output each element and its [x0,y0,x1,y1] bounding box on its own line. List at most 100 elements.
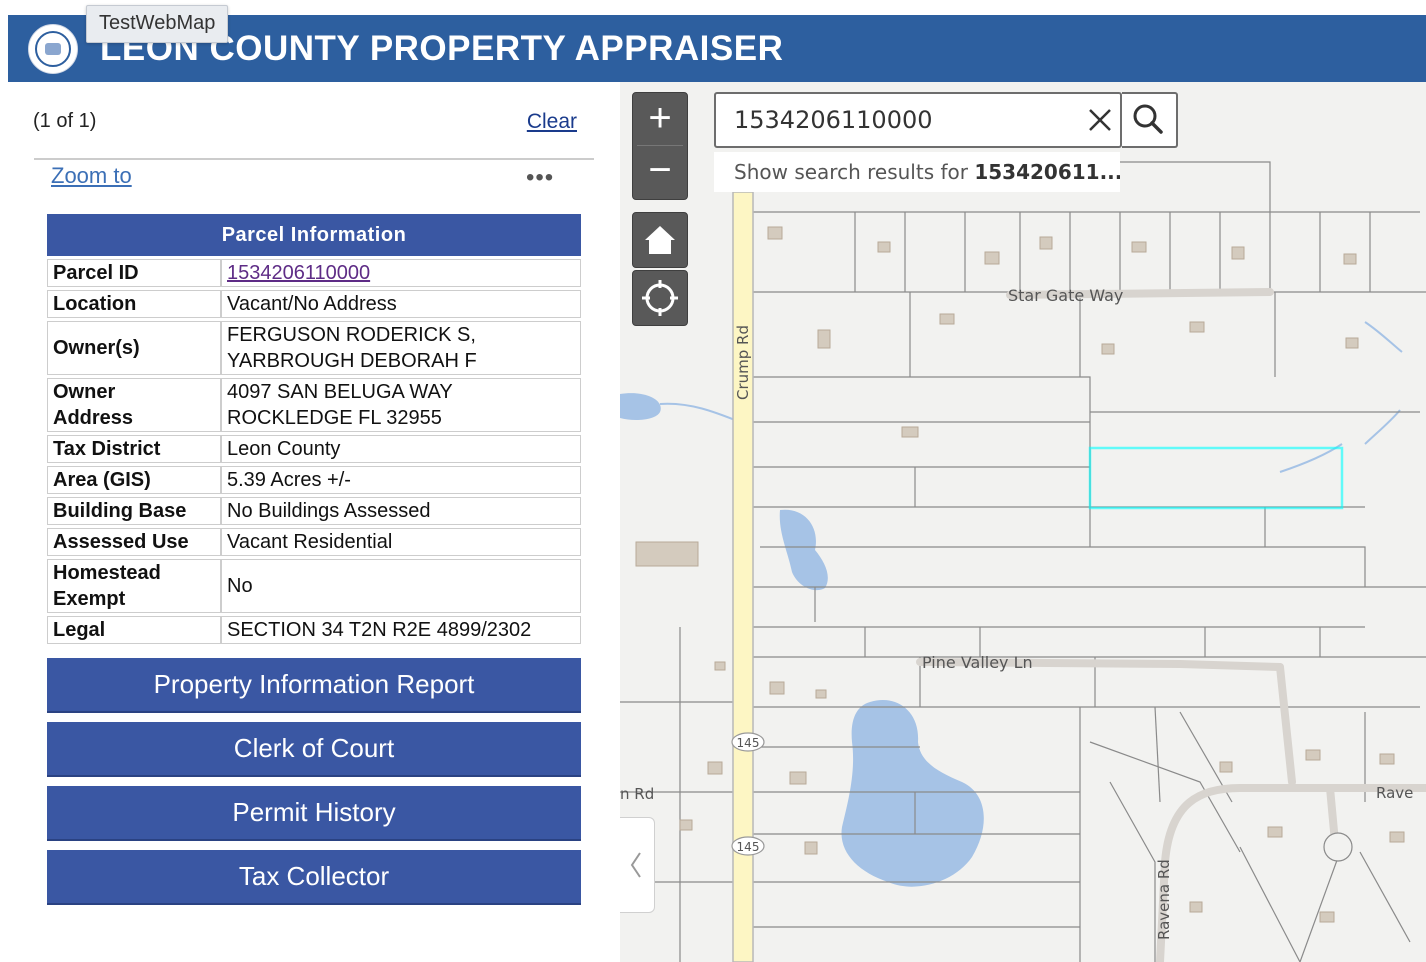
building [769,681,785,695]
building [984,251,1000,265]
building [1319,911,1335,923]
tax-collector-button[interactable]: Tax Collector [47,850,581,905]
locate-button[interactable] [632,270,688,326]
building [1231,246,1245,260]
table-title: Parcel Information [47,214,581,256]
building [817,329,831,349]
row-label: Homestead Exempt [47,559,221,613]
table-row: Legal SECTION 34 T2N R2E 4899/2302 [47,616,581,644]
label-line: Exempt [53,588,126,610]
label-line: Address [53,407,134,429]
zoom-to-link[interactable]: Zoom to [51,163,132,189]
row-value: SECTION 34 T2N R2E 4899/2302 [221,616,581,644]
row-value: 1534206110000 [221,259,581,287]
property-report-button[interactable]: Property Information Report [47,658,581,713]
building [707,761,723,775]
building [1189,321,1205,333]
building [767,226,783,240]
label-line: Owner [53,381,116,403]
building [901,426,919,438]
building [635,541,699,567]
label-ravena: Rave [1376,784,1413,802]
panel-divider [34,158,594,160]
suggestion-prefix: Show search results for [734,160,975,184]
building [1131,241,1147,253]
label-crump-rd: Crump Rd [734,325,752,400]
home-icon [645,226,675,254]
building [1305,749,1321,761]
table-row: Location Vacant/No Address [47,290,581,318]
table-row: Assessed Use Vacant Residential [47,528,581,556]
row-label: Building Base [47,497,221,525]
route-shield-top: 145 [737,736,760,750]
row-label: Tax District [47,435,221,463]
row-label: Owner Address [47,378,221,432]
close-icon [1089,109,1111,131]
row-label: Location [47,290,221,318]
popup-panel: (1 of 1) Clear Zoom to ••• Parcel Inform… [0,82,620,962]
row-label: Parcel ID [47,259,221,287]
zoom-out-button[interactable]: − [633,145,687,197]
search-box [714,92,1122,148]
row-value: 5.39 Acres +/- [221,466,581,494]
building [1219,761,1233,773]
building [939,313,955,325]
zoom-control: + − [632,92,688,200]
label-star-gate-way: Star Gate Way [1008,286,1123,305]
home-button[interactable] [632,212,688,268]
building [679,819,693,831]
label-rd-partial: n Rd [620,785,654,803]
suggestion-term: 153420611... [974,160,1120,184]
building [714,661,726,671]
search-input[interactable] [716,94,1076,146]
building [1343,253,1357,265]
row-value: 4097 SAN BELUGA WAY ROCKLEDGE FL 32955 [221,378,581,432]
row-value: No Buildings Assessed [221,497,581,525]
building [1267,826,1283,838]
row-value: Leon County [221,435,581,463]
row-value: FERGUSON RODERICK S, YARBROUGH DEBORAH F [221,321,581,375]
value-line: ROCKLEDGE FL 32955 [227,407,442,429]
parcel-id-link[interactable]: 1534206110000 [227,262,370,284]
building [877,241,891,253]
row-label: Legal [47,616,221,644]
table-row: Tax District Leon County [47,435,581,463]
row-value: Vacant Residential [221,528,581,556]
table-row: Parcel ID 1534206110000 [47,259,581,287]
parcel-info-table: Parcel Information Parcel ID 15342061100… [47,211,581,647]
row-label: Owner(s) [47,321,221,375]
building [804,841,818,855]
permit-history-button[interactable]: Permit History [47,786,581,841]
route-shield-bottom: 145 [737,840,760,854]
table-row: Building Base No Buildings Assessed [47,497,581,525]
table-row: Area (GIS) 5.39 Acres +/- [47,466,581,494]
building [1189,901,1203,913]
building [1389,831,1405,843]
chevron-left-icon [630,852,641,878]
building [815,689,827,699]
value-line: FERGUSON RODERICK S, [227,324,476,346]
map-view[interactable]: 145 145 Crump Rd Star Gate Way Pine Vall… [620,82,1426,962]
building [1379,753,1395,765]
row-label: Assessed Use [47,528,221,556]
clear-link[interactable]: Clear [527,110,577,134]
clerk-of-court-button[interactable]: Clerk of Court [47,722,581,777]
row-value: No [221,559,581,613]
search-button[interactable] [1122,92,1178,148]
label-ravena-rd: Ravena Rd [1155,859,1173,940]
value-line: YARBROUGH DEBORAH F [227,350,477,372]
table-row: Owner(s) FERGUSON RODERICK S, YARBROUGH … [47,321,581,375]
search-suggestion[interactable]: Show search results for 153420611... [714,152,1120,192]
building [1039,236,1053,250]
value-line: 4097 SAN BELUGA WAY [227,381,453,403]
basemap[interactable]: 145 145 Crump Rd Star Gate Way Pine Vall… [620,82,1426,962]
table-row: Homestead Exempt No [47,559,581,613]
feature-count: (1 of 1) [33,110,97,132]
clear-search-button[interactable] [1080,100,1120,140]
building [789,771,807,785]
zoom-in-button[interactable]: + [633,93,687,145]
row-value: Vacant/No Address [221,290,581,318]
cul-de-sac [1323,832,1353,862]
collapse-panel-button[interactable] [620,817,655,913]
more-options-icon[interactable]: ••• [526,164,554,192]
